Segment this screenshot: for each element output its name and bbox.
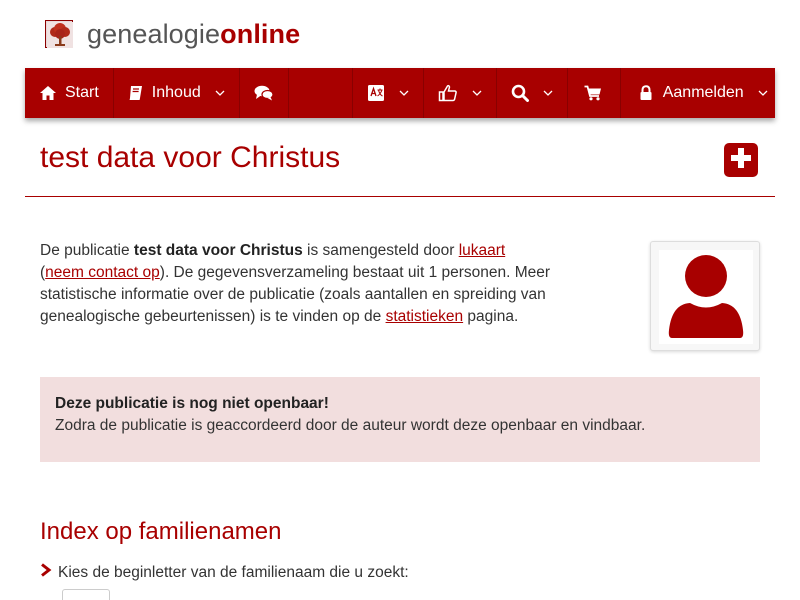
- avatar: [650, 241, 760, 351]
- nav-inhoud-label: Inhoud: [151, 84, 201, 101]
- chevron-down-icon: [472, 90, 482, 96]
- brand-name: genealogieonline: [87, 20, 300, 48]
- nav-spacer: [289, 68, 353, 118]
- letter-select[interactable]: [62, 589, 110, 600]
- nav-search[interactable]: [497, 68, 568, 118]
- book-icon: [128, 85, 144, 101]
- author-link[interactable]: lukaart: [459, 242, 506, 259]
- intro-text-1: De publicatie: [40, 242, 134, 259]
- language-icon: [367, 84, 385, 102]
- intro-text-2: is samengesteld door: [302, 242, 459, 259]
- plus-square-icon: [729, 146, 753, 175]
- home-icon: [39, 85, 57, 101]
- index-title: Index op familienamen: [40, 518, 282, 545]
- publication-intro: De publicatie test data voor Christus is…: [40, 240, 585, 328]
- chevron-down-icon: [758, 90, 768, 96]
- brand-name-part2: online: [220, 19, 301, 49]
- page-title: test data voor Christus: [40, 141, 341, 174]
- brand-name-part1: genealogie: [87, 19, 221, 49]
- nav-inhoud[interactable]: Inhoud: [114, 68, 240, 118]
- title-divider: [25, 196, 775, 197]
- user-icon: [668, 255, 744, 338]
- tree-logo-icon: [45, 20, 73, 48]
- add-button[interactable]: [724, 143, 758, 177]
- chevron-down-icon: [399, 90, 409, 96]
- nav-start-label: Start: [65, 84, 99, 101]
- chevron-right-icon: [40, 563, 52, 582]
- index-hint-label: Kies de beginletter van de familienaam d…: [58, 563, 409, 581]
- cart-icon: [584, 85, 602, 101]
- thumbs-up-icon: [438, 84, 458, 102]
- chevron-down-icon: [215, 90, 225, 96]
- lock-icon: [639, 85, 653, 101]
- comments-icon: [254, 85, 274, 101]
- avatar-image: [659, 250, 753, 344]
- nav-like[interactable]: [424, 68, 497, 118]
- nav-start[interactable]: Start: [25, 68, 114, 118]
- nav-cart[interactable]: [568, 68, 621, 118]
- alert-body: Zodra de publicatie is geaccordeerd door…: [55, 417, 646, 434]
- alert-title: Deze publicatie is nog niet openbaar!: [55, 395, 329, 412]
- search-icon: [511, 84, 529, 102]
- nav-forum[interactable]: [240, 68, 289, 118]
- index-hint: Kies de beginletter van de familienaam d…: [40, 563, 409, 582]
- main-navbar: Start Inhoud Aanmelden: [25, 68, 775, 118]
- contact-link[interactable]: neem contact op: [45, 264, 160, 281]
- statistics-link[interactable]: statistieken: [386, 308, 464, 325]
- site-logo[interactable]: genealogieonline: [45, 20, 300, 48]
- publication-name: test data voor Christus: [133, 242, 303, 259]
- nav-aanmelden-label: Aanmelden: [662, 84, 744, 101]
- nav-language[interactable]: [353, 68, 424, 118]
- nav-aanmelden[interactable]: Aanmelden: [621, 68, 782, 118]
- not-public-alert: Deze publicatie is nog niet openbaar! Zo…: [40, 377, 760, 462]
- intro-text-5: pagina.: [463, 308, 519, 325]
- chevron-down-icon: [543, 90, 553, 96]
